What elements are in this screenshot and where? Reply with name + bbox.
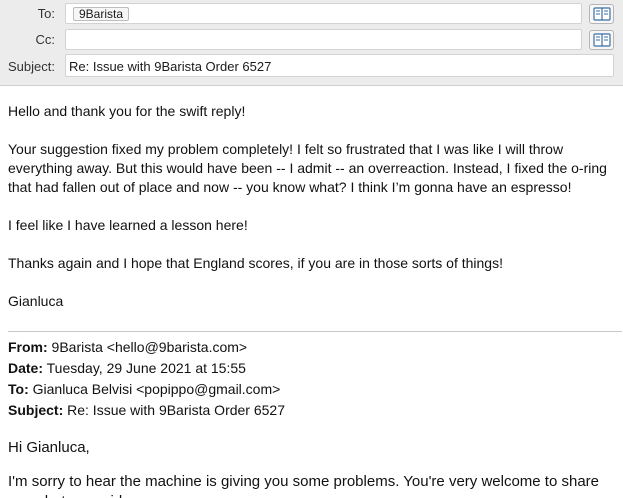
paragraph: Your suggestion fixed my problem complet…	[8, 141, 607, 195]
subject-row: Subject: Re: Issue with 9Barista Order 6…	[0, 54, 623, 77]
to-field[interactable]: 9Barista	[65, 3, 582, 24]
quoted-date: Date: Tuesday, 29 June 2021 at 15:55	[8, 359, 246, 378]
quoted-date-value: Tuesday, 29 June 2021 at 15:55	[43, 360, 246, 376]
greeting: Hello and thank you for the swift reply!	[8, 103, 246, 119]
cc-address-book-button[interactable]	[589, 30, 614, 50]
quoted-from: From: 9Barista <hello@9barista.com>	[8, 338, 247, 357]
quoted-date-label: Date:	[8, 360, 44, 376]
quoted-from-label: From:	[8, 339, 48, 355]
subject-label: Subject:	[8, 59, 55, 74]
cc-field[interactable]	[65, 29, 582, 50]
quoted-to-value: Gianluca Belvisi <popippo@gmail.com>	[28, 381, 281, 397]
paragraph: Thanks again and I hope that England sco…	[8, 255, 503, 271]
address-book-icon	[593, 7, 611, 21]
quote-divider	[8, 331, 622, 332]
quoted-to-label: To:	[8, 381, 29, 397]
recipient-token[interactable]: 9Barista	[73, 7, 130, 21]
quoted-paragraph: I'm sorry to hear the machine is giving …	[8, 473, 599, 498]
subject-text: Re: Issue with 9Barista Order 6527	[69, 59, 272, 74]
to-label: To:	[37, 6, 55, 21]
quoted-subject: Subject: Re: Issue with 9Barista Order 6…	[8, 401, 285, 420]
subject-field[interactable]: Re: Issue with 9Barista Order 6527	[65, 54, 614, 77]
quoted-greeting: Hi Gianluca,	[8, 439, 90, 456]
to-address-book-button[interactable]	[589, 4, 614, 24]
quoted-to: To: Gianluca Belvisi <popippo@gmail.com>	[8, 380, 280, 399]
cc-label: Cc:	[35, 32, 56, 47]
to-row: To: 9Barista	[0, 3, 623, 25]
quoted-subject-label: Subject:	[8, 402, 64, 418]
paragraph: I feel like I have learned a lesson here…	[8, 217, 248, 233]
cc-row: Cc:	[0, 29, 623, 51]
address-book-icon	[593, 33, 611, 47]
compose-header: To: 9Barista Cc: Subject: Re: Issue with…	[0, 0, 623, 86]
signature: Gianluca	[8, 293, 64, 309]
quoted-subject-value: Re: Issue with 9Barista Order 6527	[63, 402, 286, 418]
quoted-from-value: 9Barista <hello@9barista.com>	[47, 339, 248, 355]
